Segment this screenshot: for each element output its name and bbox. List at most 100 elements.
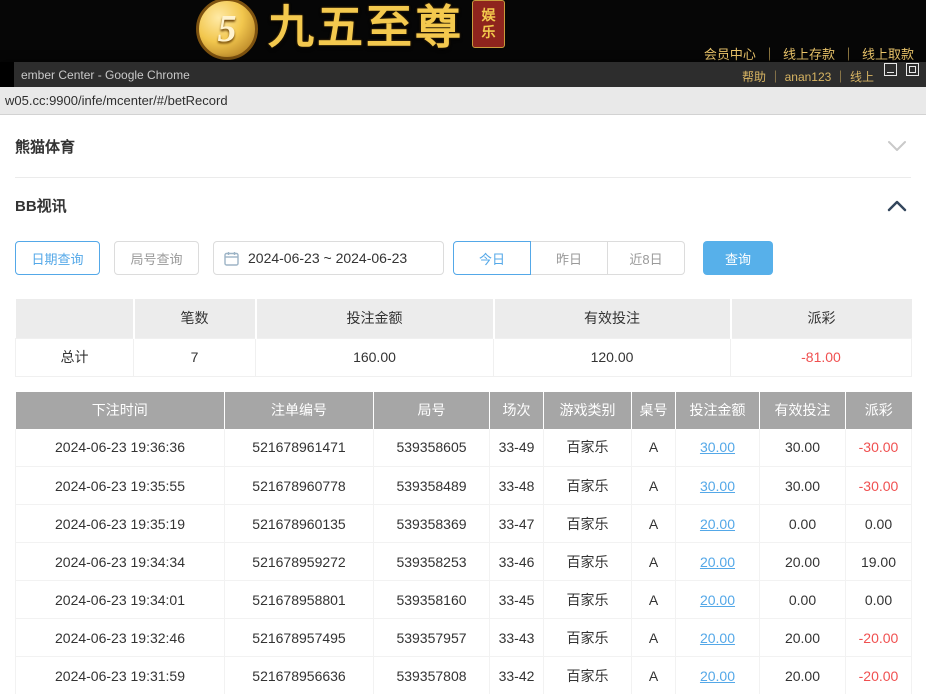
link-online-deposit[interactable]: 线上存款 xyxy=(783,47,835,62)
calendar-icon xyxy=(224,251,239,266)
cell-table-no: A xyxy=(632,657,676,694)
date-range-value: 2024-06-23 ~ 2024-06-23 xyxy=(248,250,407,266)
cell-game-type: 百家乐 xyxy=(544,619,632,657)
cell-bet-time: 2024-06-23 19:34:01 xyxy=(16,581,225,619)
cell-table-no: A xyxy=(632,429,676,467)
link-separator: ｜ xyxy=(842,47,855,62)
summary-header-bet-amount: 投注金额 xyxy=(256,299,494,338)
minimize-button[interactable] xyxy=(884,63,897,76)
cell-payout: -30.00 xyxy=(846,429,912,467)
summary-bet-amount: 160.00 xyxy=(256,338,494,376)
yesterday-button[interactable]: 昨日 xyxy=(530,241,608,275)
section-panda-sports[interactable]: 熊猫体育 xyxy=(15,115,911,178)
cell-game-type: 百家乐 xyxy=(544,657,632,694)
table-row: 2024-06-23 19:34:34 521678959272 5393582… xyxy=(16,543,912,581)
coin-icon: 5 xyxy=(196,0,258,60)
cell-valid-bet: 0.00 xyxy=(760,581,846,619)
header-bet-amount: 投注金额 xyxy=(676,392,760,429)
window-titlebar[interactable]: ember Center - Google Chrome 帮助 ｜ anan12… xyxy=(0,62,926,87)
summary-header-row: 笔数 投注金额 有效投注 派彩 xyxy=(16,299,912,338)
cell-order-no: 521678956636 xyxy=(225,657,374,694)
cell-round-no: 539358160 xyxy=(374,581,490,619)
link-member-center[interactable]: 会员中心 xyxy=(704,47,756,62)
cell-valid-bet: 30.00 xyxy=(760,467,846,505)
cell-session: 33-48 xyxy=(490,467,544,505)
filter-bar: 日期查询 局号查询 2024-06-23 ~ 2024-06-23 今日 昨日 … xyxy=(15,240,911,276)
cell-session: 33-45 xyxy=(490,581,544,619)
table-row: 2024-06-23 19:35:19 521678960135 5393583… xyxy=(16,505,912,543)
site-logo: 5 九五至尊 娱 乐 xyxy=(196,0,505,60)
logo-badge: 娱 乐 xyxy=(472,0,505,48)
bet-amount-link[interactable]: 30.00 xyxy=(700,478,735,494)
favicon xyxy=(0,62,14,87)
cell-payout: -30.00 xyxy=(846,467,912,505)
cell-bet-time: 2024-06-23 19:36:36 xyxy=(16,429,225,467)
cell-table-no: A xyxy=(632,505,676,543)
table-row: 2024-06-23 19:34:01 521678958801 5393581… xyxy=(16,581,912,619)
url-bar[interactable]: w05.cc:9900/infe/mcenter/#/betRecord xyxy=(0,87,926,115)
summary-header-blank xyxy=(16,299,134,338)
cell-session: 33-46 xyxy=(490,543,544,581)
top-links: 会员中心｜线上存款｜线上取款 xyxy=(704,44,914,63)
round-query-button[interactable]: 局号查询 xyxy=(114,241,199,275)
cell-valid-bet: 0.00 xyxy=(760,505,846,543)
cell-table-no: A xyxy=(632,467,676,505)
cell-payout: 19.00 xyxy=(846,543,912,581)
search-button[interactable]: 查询 xyxy=(703,241,773,275)
cell-round-no: 539358369 xyxy=(374,505,490,543)
table-row: 2024-06-23 19:36:36 521678961471 5393586… xyxy=(16,429,912,467)
summary-valid-bet: 120.00 xyxy=(494,338,731,376)
cell-valid-bet: 30.00 xyxy=(760,429,846,467)
coin-digit: 5 xyxy=(218,7,237,51)
section-bb-video-title: BB视讯 xyxy=(15,195,67,216)
cell-payout: -20.00 xyxy=(846,619,912,657)
cell-bet-time: 2024-06-23 19:31:59 xyxy=(16,657,225,694)
cell-bet-time: 2024-06-23 19:32:46 xyxy=(16,619,225,657)
bet-amount-link[interactable]: 20.00 xyxy=(700,630,735,646)
last-8-days-button[interactable]: 近8日 xyxy=(607,241,685,275)
cell-table-no: A xyxy=(632,619,676,657)
summary-header-valid-bet: 有效投注 xyxy=(494,299,731,338)
date-range-input[interactable]: 2024-06-23 ~ 2024-06-23 xyxy=(213,241,444,275)
logo-title: 九五至尊 xyxy=(268,0,464,58)
url-text: w05.cc:9900/infe/mcenter/#/betRecord xyxy=(5,93,228,108)
section-panda-sports-title: 熊猫体育 xyxy=(15,136,75,157)
header-table-no: 桌号 xyxy=(632,392,676,429)
cell-order-no: 521678960135 xyxy=(225,505,374,543)
chevron-down-icon[interactable] xyxy=(887,140,907,152)
cell-round-no: 539358253 xyxy=(374,543,490,581)
popup-window: ember Center - Google Chrome 帮助 ｜ anan12… xyxy=(0,62,926,694)
background-links-fragment: 帮助 ｜ anan123 ｜ 线上 xyxy=(742,68,874,85)
window-title: ember Center - Google Chrome xyxy=(21,68,190,82)
cell-payout: 0.00 xyxy=(846,581,912,619)
today-button[interactable]: 今日 xyxy=(453,241,531,275)
header-game-type: 游戏类别 xyxy=(544,392,632,429)
summary-total-row: 总计 7 160.00 120.00 -81.00 xyxy=(16,338,912,376)
summary-payout: -81.00 xyxy=(731,338,912,376)
maximize-button[interactable] xyxy=(906,63,919,76)
cell-bet-time: 2024-06-23 19:34:34 xyxy=(16,543,225,581)
cell-table-no: A xyxy=(632,581,676,619)
bet-amount-link[interactable]: 30.00 xyxy=(700,439,735,455)
bet-amount-link[interactable]: 20.00 xyxy=(700,668,735,684)
cell-payout: 0.00 xyxy=(846,505,912,543)
date-query-button[interactable]: 日期查询 xyxy=(15,241,100,275)
badge-char-bottom: 乐 xyxy=(482,24,496,41)
header-payout: 派彩 xyxy=(846,392,912,429)
cell-valid-bet: 20.00 xyxy=(760,619,846,657)
cell-order-no: 521678957495 xyxy=(225,619,374,657)
chevron-up-icon[interactable] xyxy=(887,200,907,212)
bet-amount-link[interactable]: 20.00 xyxy=(700,516,735,532)
cell-session: 33-43 xyxy=(490,619,544,657)
badge-char-top: 娱 xyxy=(482,7,496,24)
cell-session: 33-42 xyxy=(490,657,544,694)
link-online-withdraw[interactable]: 线上取款 xyxy=(862,47,914,62)
cell-order-no: 521678961471 xyxy=(225,429,374,467)
section-bb-video[interactable]: BB视讯 xyxy=(15,178,911,233)
bet-amount-link[interactable]: 20.00 xyxy=(700,554,735,570)
bet-amount-link[interactable]: 20.00 xyxy=(700,592,735,608)
table-row: 2024-06-23 19:35:55 521678960778 5393584… xyxy=(16,467,912,505)
table-row: 2024-06-23 19:31:59 521678956636 5393578… xyxy=(16,657,912,694)
summary-count: 7 xyxy=(134,338,256,376)
summary-table: 笔数 投注金额 有效投注 派彩 总计 7 160.00 120.00 -81.0… xyxy=(15,299,912,377)
